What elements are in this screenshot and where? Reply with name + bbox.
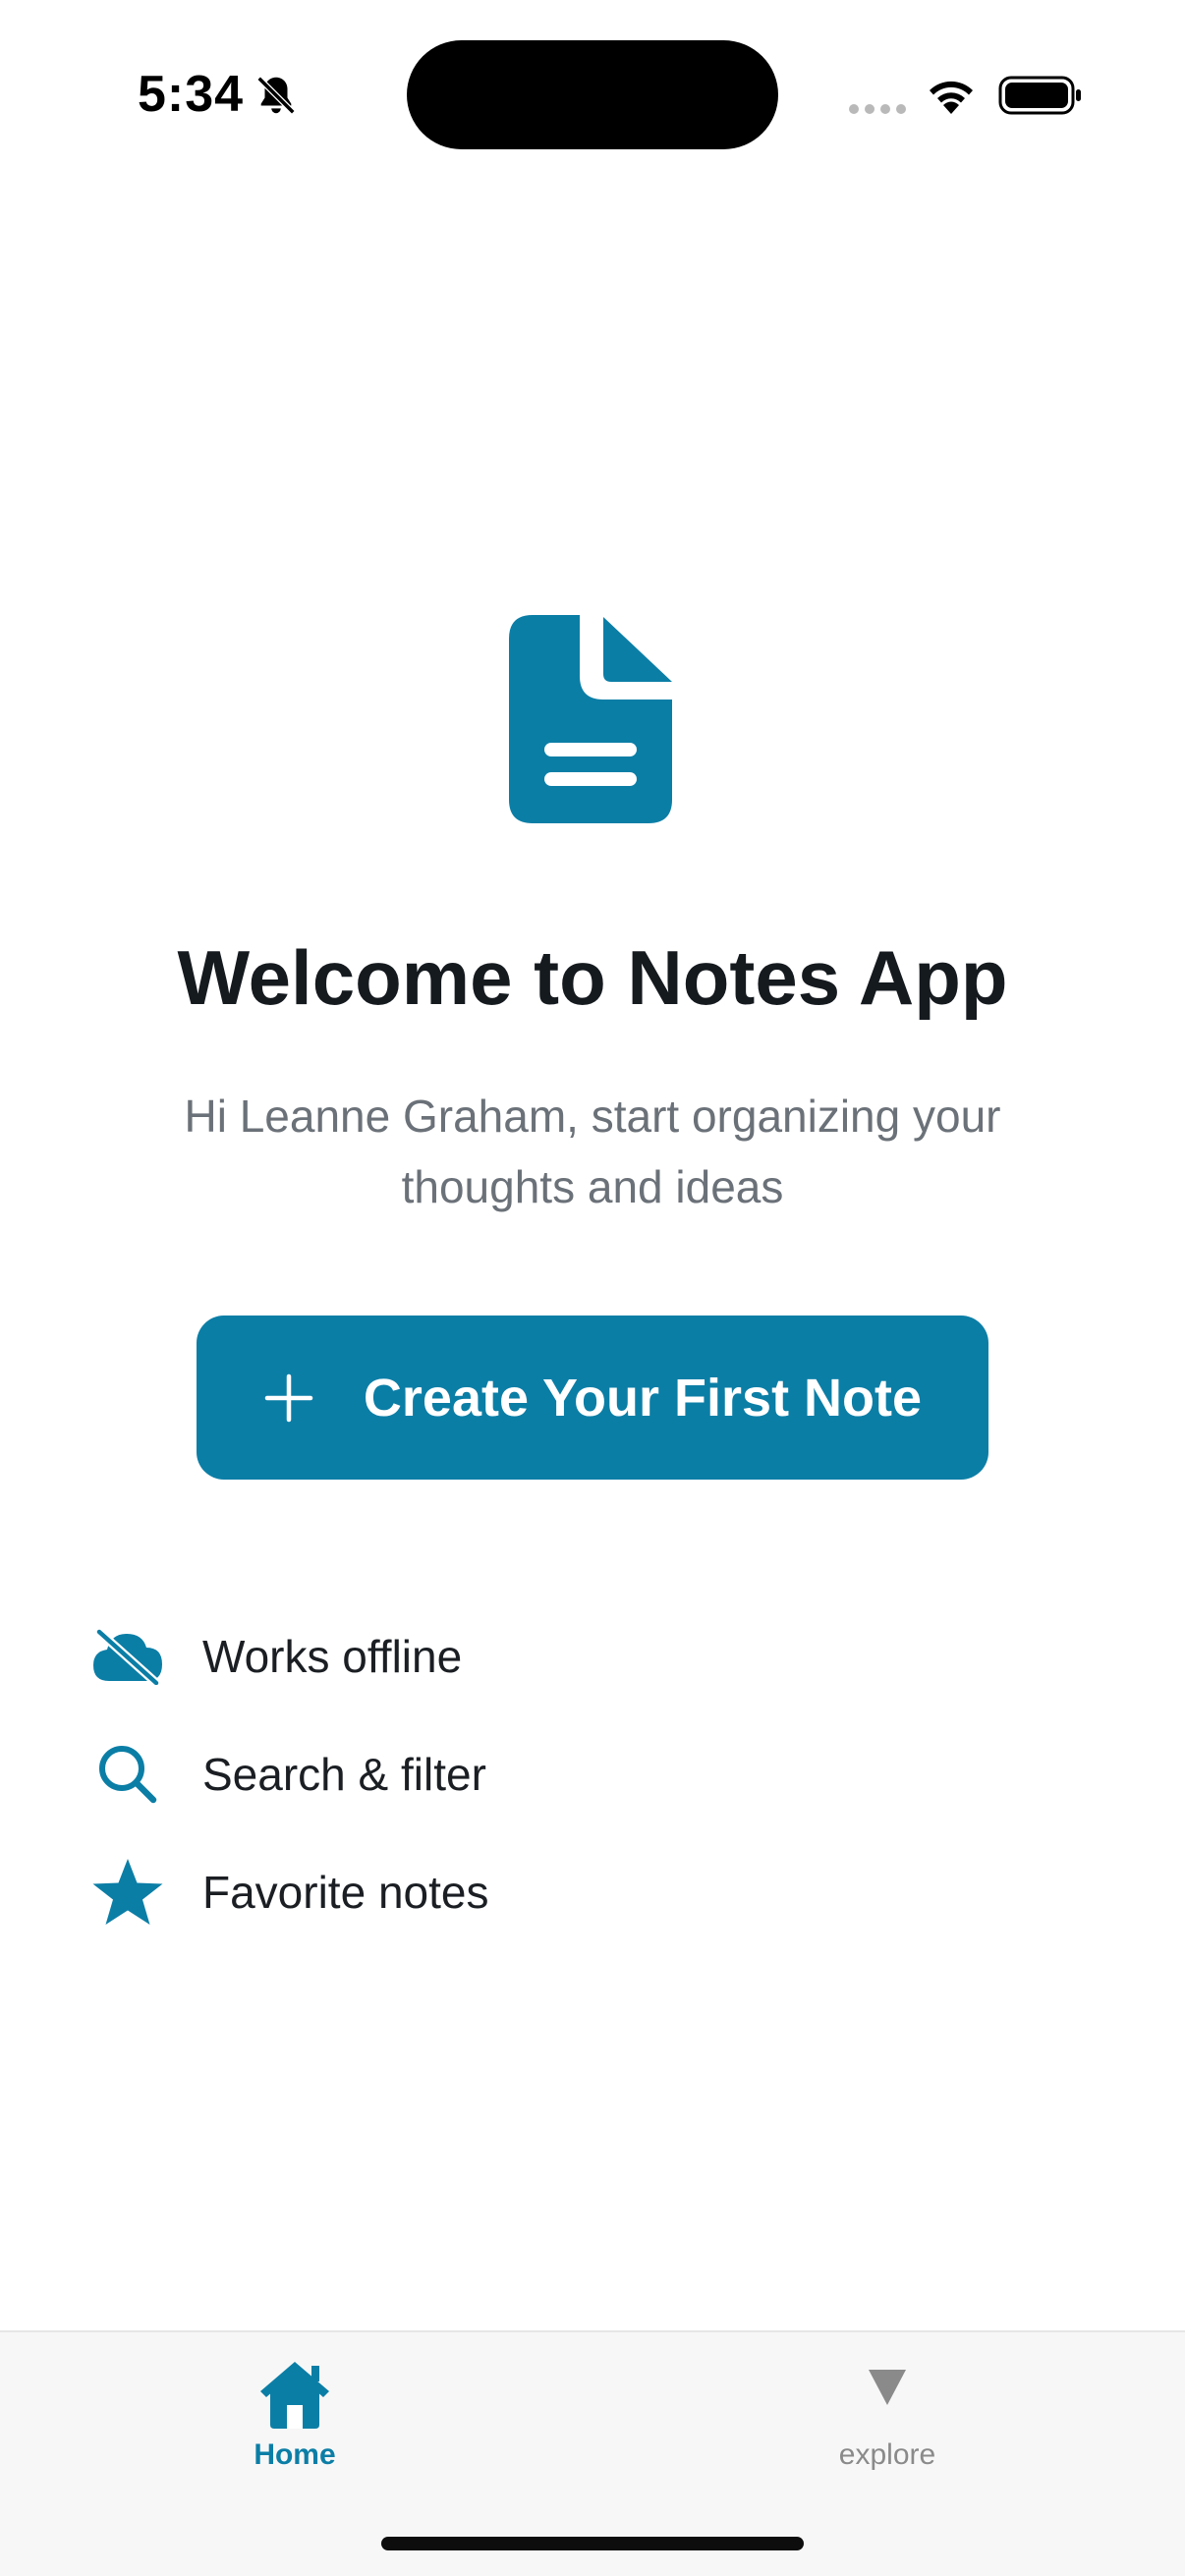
battery-icon <box>998 76 1081 115</box>
home-icon <box>260 2362 329 2429</box>
star-icon <box>92 1859 163 1925</box>
bell-slash-icon <box>256 76 296 115</box>
wifi-icon <box>930 81 973 114</box>
cellular-signal-icon <box>849 104 906 114</box>
status-bar: 5:34 <box>0 0 1185 196</box>
cloud-offline-icon <box>93 1628 162 1685</box>
tab-explore[interactable]: explore <box>740 2358 1035 2495</box>
create-first-note-button[interactable]: Create Your First Note <box>197 1316 988 1480</box>
create-first-note-label: Create Your First Note <box>363 1368 923 1428</box>
feature-label: Favorite notes <box>202 1867 489 1918</box>
status-time: 5:34 <box>138 66 245 123</box>
dynamic-island <box>407 40 778 149</box>
welcome-subtitle: Hi Leanne Graham, start organizing your … <box>184 1091 1001 1212</box>
notes-welcome-screen: 5:34 Welcome to Notes App Hi Leanne Grah… <box>0 0 1185 2576</box>
search-icon <box>99 1746 157 1804</box>
feature-item-favorites: Favorite notes <box>88 1853 973 1932</box>
tab-label: explore <box>838 2438 936 2471</box>
home-indicator <box>381 2537 804 2550</box>
triangle-down-icon <box>869 2370 906 2405</box>
feature-item-offline: Works offline <box>88 1617 973 1696</box>
feature-item-search: Search & filter <box>88 1735 973 1814</box>
page-title: Welcome to Notes App <box>177 934 1008 1021</box>
feature-label: Works offline <box>202 1631 463 1682</box>
tab-label: Home <box>254 2438 336 2471</box>
plus-icon <box>264 1373 313 1422</box>
tab-home[interactable]: Home <box>147 2358 442 2495</box>
document-icon <box>509 615 672 823</box>
feature-label: Search & filter <box>202 1749 486 1800</box>
